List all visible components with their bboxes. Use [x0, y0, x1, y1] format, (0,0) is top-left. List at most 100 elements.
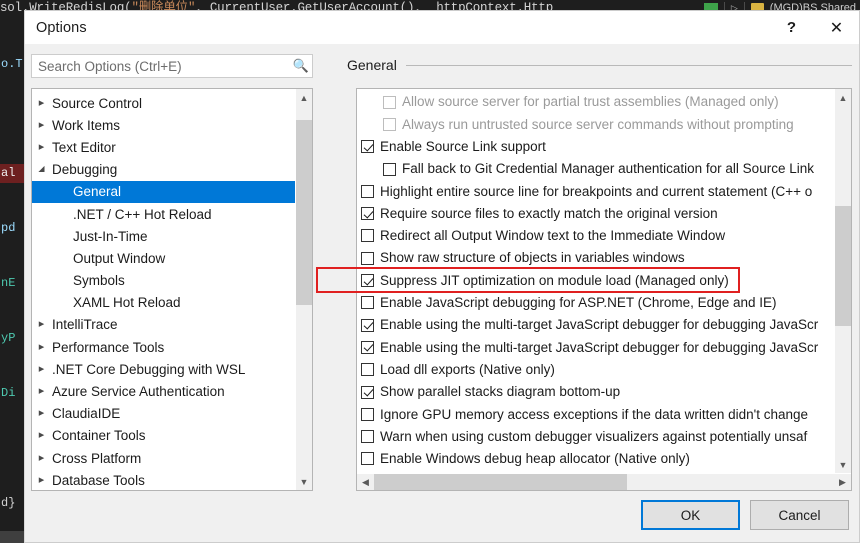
option-row[interactable]: Enable Source Link support: [357, 136, 834, 158]
search-input[interactable]: [32, 57, 290, 75]
option-row[interactable]: Enable JavaScript debugging for ASP.NET …: [357, 292, 834, 314]
option-row[interactable]: Allow source server for partial trust as…: [357, 91, 834, 113]
sidebar-item-label: Database Tools: [52, 472, 145, 488]
sidebar-item-label: Output Window: [73, 250, 166, 266]
option-row[interactable]: Redirect all Output Window text to the I…: [357, 225, 834, 247]
options-scroll-thumb[interactable]: [835, 206, 851, 326]
chevron-up-icon[interactable]: ▲: [835, 89, 851, 106]
options-vertical-scrollbar[interactable]: ▲ ▼: [834, 89, 851, 473]
sidebar-item-label: General: [73, 184, 122, 200]
options-hscroll-thumb[interactable]: [374, 474, 627, 490]
options-scroll-track[interactable]: [835, 106, 851, 456]
checkbox-icon[interactable]: [361, 296, 374, 310]
options-horizontal-scrollbar[interactable]: ◀ ▶: [357, 473, 851, 490]
chevron-right-icon[interactable]: [32, 475, 51, 486]
chevron-right-icon[interactable]: [32, 120, 51, 131]
checkbox-icon[interactable]: [361, 452, 374, 466]
sidebar-item-intellitrace[interactable]: IntelliTrace: [32, 314, 295, 336]
checkbox-icon[interactable]: [383, 162, 396, 176]
chevron-up-icon[interactable]: ▲: [296, 89, 312, 106]
chevron-right-icon[interactable]: [32, 319, 51, 330]
chevron-right-icon[interactable]: [32, 342, 51, 353]
checkbox-icon[interactable]: [361, 251, 374, 265]
checkbox-icon[interactable]: [361, 229, 374, 243]
checkbox-icon: [383, 95, 396, 109]
sidebar-item-label: ClaudiaIDE: [52, 406, 121, 422]
sidebar-item-general[interactable]: General: [32, 180, 295, 203]
sidebar-item-work-items[interactable]: Work Items: [32, 114, 295, 136]
sidebar-item-claudiaide[interactable]: ClaudiaIDE: [32, 403, 295, 425]
chevron-right-icon[interactable]: [32, 98, 51, 109]
sidebar-item-text-editor[interactable]: Text Editor: [32, 136, 295, 158]
sidebar-item-azure-service-authentication[interactable]: Azure Service Authentication: [32, 380, 295, 402]
checkbox-icon[interactable]: [361, 430, 374, 444]
option-row[interactable]: Warn when using custom debugger visualiz…: [357, 425, 834, 447]
option-row[interactable]: Fall back to Git Credential Manager auth…: [357, 158, 834, 180]
cancel-button[interactable]: Cancel: [750, 500, 849, 530]
tree-scroll-thumb[interactable]: [296, 120, 312, 305]
sidebar-item-symbols[interactable]: Symbols: [32, 270, 295, 292]
chevron-right-icon[interactable]: [32, 408, 51, 419]
option-row[interactable]: Enable using the multi-target JavaScript…: [357, 314, 834, 336]
search-box[interactable]: 🔍: [31, 54, 313, 78]
option-row[interactable]: Ignore GPU memory access exceptions if t…: [357, 403, 834, 425]
chevron-right-icon[interactable]: ▶: [834, 474, 851, 490]
sidebar-item-net-core-debugging-with-wsl[interactable]: .NET Core Debugging with WSL: [32, 358, 295, 380]
chevron-down-icon[interactable]: [32, 165, 51, 174]
sidebar-item-xaml-hot-reload[interactable]: XAML Hot Reload: [32, 292, 295, 314]
sidebar-item-debugging[interactable]: Debugging: [32, 159, 295, 181]
sidebar-item-net-c-hot-reload[interactable]: .NET / C++ Hot Reload: [32, 203, 295, 225]
tree-scroll-track[interactable]: [296, 106, 312, 473]
chevron-right-icon[interactable]: [32, 364, 51, 375]
option-label: Fall back to Git Credential Manager auth…: [402, 161, 814, 177]
checkbox-icon[interactable]: [361, 184, 374, 198]
option-label: Ignore GPU memory access exceptions if t…: [380, 406, 809, 422]
tree-vertical-scrollbar[interactable]: ▲ ▼: [295, 89, 312, 490]
sidebar-item-output-window[interactable]: Output Window: [32, 247, 295, 269]
option-row[interactable]: Show parallel stacks diagram bottom-up: [357, 381, 834, 403]
sidebar-item-database-tools[interactable]: Database Tools: [32, 469, 295, 490]
checkbox-icon[interactable]: [361, 274, 374, 288]
option-label: Highlight entire source line for breakpo…: [380, 183, 813, 199]
option-row[interactable]: Load dll exports (Native only): [357, 359, 834, 381]
checkbox-icon[interactable]: [361, 385, 374, 399]
chevron-right-icon[interactable]: [32, 386, 51, 397]
header-divider: [405, 64, 852, 66]
chevron-down-icon[interactable]: ▼: [296, 473, 312, 490]
options-list-panel[interactable]: Allow source server for partial trust as…: [356, 88, 852, 491]
option-row[interactable]: Require source files to exactly match th…: [357, 202, 834, 224]
checkbox-icon[interactable]: [361, 318, 374, 332]
sidebar-item-container-tools[interactable]: Container Tools: [32, 425, 295, 447]
chevron-left-icon[interactable]: ◀: [357, 474, 374, 490]
chevron-down-icon[interactable]: ▼: [835, 456, 851, 473]
options-category-tree[interactable]: Source Control Work Items Text Editor Debug…: [31, 88, 313, 491]
sidebar-item-cross-platform[interactable]: Cross Platform: [32, 447, 295, 469]
option-label: Suppress JIT optimization on module load…: [380, 272, 729, 288]
sidebar-item-performance-tools[interactable]: Performance Tools: [32, 336, 295, 358]
chevron-right-icon[interactable]: [32, 453, 51, 464]
checkbox-icon[interactable]: [361, 140, 374, 154]
option-row[interactable]: Enable Windows debug heap allocator (Nat…: [357, 448, 834, 470]
checkbox-icon[interactable]: [361, 340, 374, 354]
option-label: Warn when using custom debugger visualiz…: [380, 428, 808, 444]
chevron-right-icon[interactable]: [32, 430, 51, 441]
option-row[interactable]: Highlight entire source line for breakpo…: [357, 180, 834, 202]
option-row[interactable]: Show raw structure of objects in variabl…: [357, 247, 834, 269]
ok-button[interactable]: OK: [641, 500, 740, 530]
sidebar-item-just-in-time[interactable]: Just-In-Time: [32, 225, 295, 247]
sidebar-item-label: Container Tools: [52, 428, 146, 444]
checkbox-icon[interactable]: [361, 363, 374, 377]
search-icon[interactable]: 🔍: [290, 58, 312, 74]
checkbox-icon[interactable]: [361, 407, 374, 421]
sidebar-item-label: Text Editor: [52, 139, 116, 155]
close-icon[interactable]: ✕: [814, 11, 859, 44]
checkbox-icon[interactable]: [361, 207, 374, 221]
chevron-right-icon[interactable]: [32, 142, 51, 153]
option-row[interactable]: Enable using the multi-target JavaScript…: [357, 336, 834, 358]
option-row[interactable]: Always run untrusted source server comma…: [357, 113, 834, 135]
help-icon[interactable]: ?: [769, 11, 814, 44]
option-row[interactable]: Suppress JIT optimization on module load…: [357, 269, 834, 291]
options-hscroll-track[interactable]: [374, 474, 834, 490]
sidebar-item-source-control[interactable]: Source Control: [32, 92, 295, 114]
background-code-left-strip: o.T al pd nE yP Di d} les Ap 单位 t t c 中 …: [0, 16, 24, 543]
